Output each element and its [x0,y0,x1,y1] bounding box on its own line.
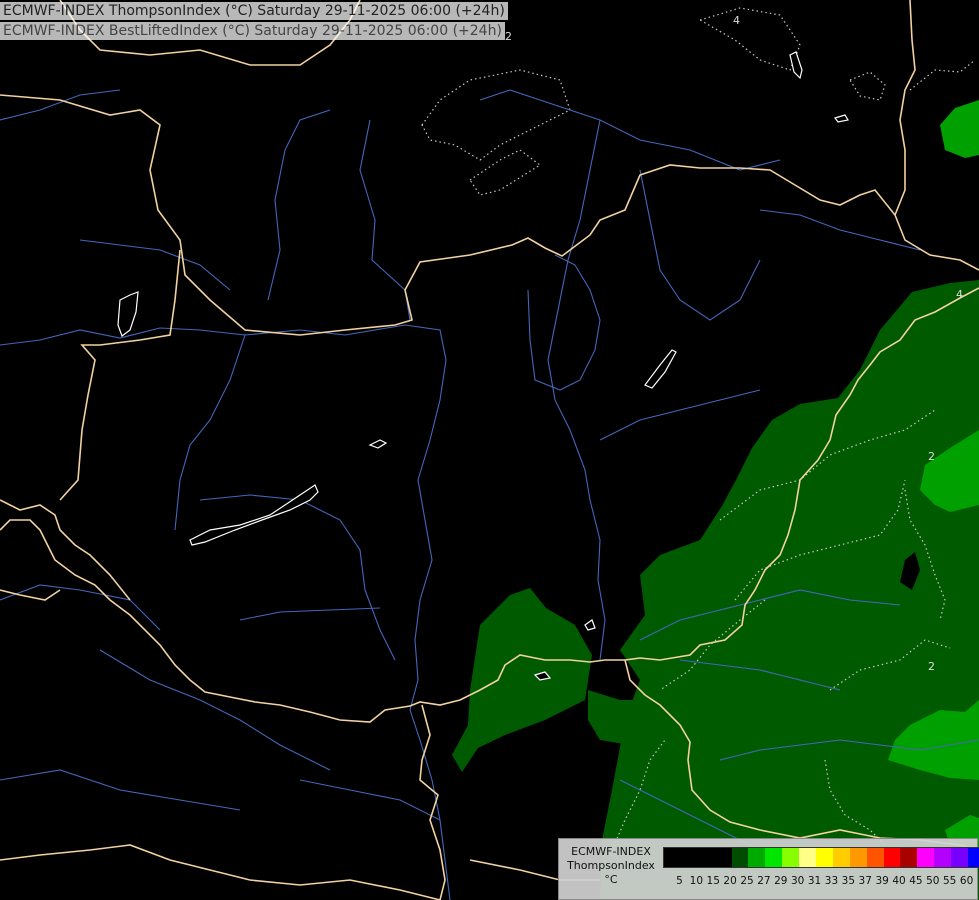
legend-swatch [849,848,867,867]
legend-swatch [900,848,918,867]
legend-line2: ThompsonIndex [567,859,655,872]
legend-tick-label: 31 [807,875,822,887]
lake-small-2 [644,349,677,389]
legend-swatch [782,848,800,867]
legend-tick-label: 15 [706,875,720,887]
lake-small-5 [584,619,596,631]
legend-tick-label: 39 [875,875,889,887]
legend-tick-label: 10 [689,875,704,887]
map-canvas: 2 2 4 4 2 [0,0,979,900]
legend-swatch [883,848,901,867]
lake-neusiedl [117,291,139,337]
legend-line1: ECMWF-INDEX [571,845,651,858]
legend-line3: °C [604,873,618,886]
legend-swatch [968,848,979,867]
map-title-secondary: ECMWF-INDEX BestLiftedIndex (°C) Saturda… [0,22,505,40]
legend-swatch [917,848,935,867]
legend-swatch [951,848,969,867]
legend-tick-label: 20 [723,875,737,887]
legend-tick-label: 45 [909,875,923,887]
legend-swatch [765,848,783,867]
legend-tick-label: 40 [892,875,906,887]
legend-swatch [832,848,850,867]
legend-swatch [748,848,766,867]
contour-label: 2 [928,660,935,673]
legend-tick-label: 25 [740,875,754,887]
legend-swatch [866,848,884,867]
map-title-primary: ECMWF-INDEX ThompsonIndex (°C) Saturday … [0,2,508,20]
legend-swatch [680,848,698,867]
legend-tick-label: 27 [757,875,771,887]
legend-swatch [731,848,749,867]
legend-tick-label: 37 [858,875,872,887]
legend-color-bar [663,847,979,868]
contour-label: 4 [956,288,963,301]
weather-map-view: 2 2 4 4 2 ECMWF-INDEX ThompsonIndex (°C)… [0,0,979,900]
field-west [452,588,592,772]
legend-tick-label: 5 [676,875,683,887]
legend-tick-label: 29 [774,875,788,887]
contour-label: 2 [505,30,512,43]
legend-swatch [934,848,952,867]
color-legend: ECMWF-INDEX ThompsonIndex °C 5 10 15 20 25 27… [558,838,979,900]
legend-tick-label: 33 [824,875,839,887]
legend-swatch [697,848,715,867]
contour-label: 2 [928,450,935,463]
lake-small-3 [789,51,803,80]
lake-small-1 [368,439,388,449]
contour-label: 4 [733,14,740,27]
legend-swatch [816,848,833,867]
legend-swatch [664,848,681,867]
legend-tick-label: 30 [790,875,805,887]
legend-tick-label: 35 [841,875,856,887]
legend-title: ECMWF-INDEX ThompsonIndex °C [561,845,661,887]
legend-ticks: 5 10 15 20 25 27 29 30 31 33 35 37 39 40 45 50 55 60 [663,875,973,887]
lake-small-4 [834,114,849,123]
legend-tick-label: 60 [959,875,974,887]
legend-swatch [714,848,732,867]
legend-tick-label: 55 [943,875,957,887]
index-field [452,100,979,900]
legend-swatch [799,848,817,867]
lake-balaton [189,484,319,546]
field-light-3 [940,100,979,158]
legend-tick-label: 50 [926,875,940,887]
